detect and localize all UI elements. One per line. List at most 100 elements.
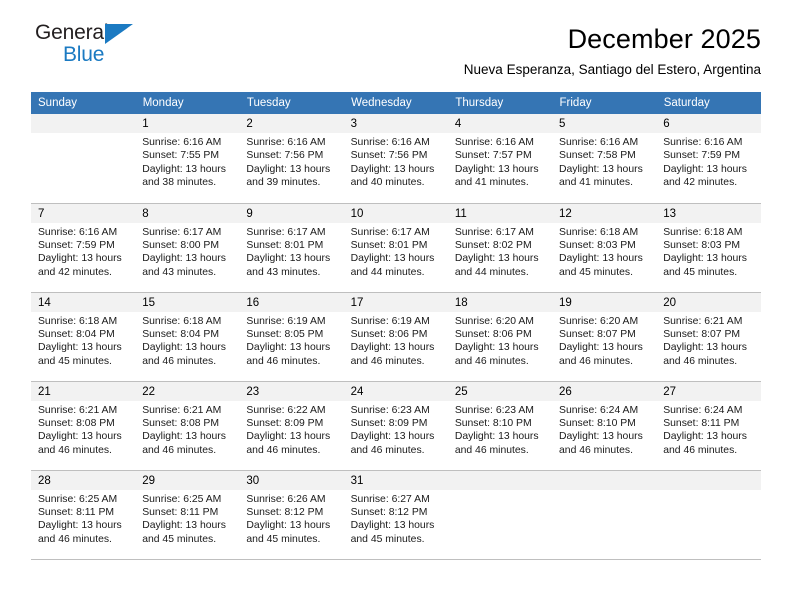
calendar-day-cell[interactable]: 11 Sunrise: 6:17 AM Sunset: 8:02 PM Dayligh… — [447, 203, 553, 293]
day-details: Sunrise: 6:16 AM Sunset: 7:58 PM Daylight:… — [552, 133, 656, 190]
page-subtitle: Nueva Esperanza, Santiago del Estero, Ar… — [463, 62, 761, 78]
daylight-text-line2: and 45 minutes. — [559, 266, 633, 278]
calendar-day-cell[interactable]: 9 Sunrise: 6:17 AM Sunset: 8:01 PM Daylight… — [239, 203, 344, 293]
daylight-text-line2: and 46 minutes. — [142, 355, 217, 367]
daylight-text-line2: and 46 minutes. — [559, 355, 633, 367]
calendar-day-cell[interactable]: 17 Sunrise: 6:19 AM Sunset: 8:06 PM Dayligh… — [343, 292, 448, 382]
calendar-page: General Blue December 2025 Nueva Esperan… — [0, 0, 792, 612]
sunrise-text: Sunrise: 6:26 AM — [246, 493, 326, 505]
sunset-text: Sunset: 8:07 PM — [663, 328, 741, 340]
calendar-day-cell[interactable]: 27 Sunrise: 6:24 AM Sunset: 8:11 PM Dayligh… — [656, 381, 761, 471]
daylight-text-line2: and 46 minutes. — [663, 355, 738, 367]
calendar-day-cell[interactable]: 3 Sunrise: 6:16 AM Sunset: 7:56 PM Daylight… — [343, 114, 448, 204]
day-number — [447, 470, 553, 490]
calendar-day-cell[interactable]: 15 Sunrise: 6:18 AM Sunset: 8:04 PM Dayligh… — [135, 292, 240, 382]
daylight-text-line1: Daylight: 13 hours — [559, 342, 643, 354]
calendar-day-cell[interactable]: 29 Sunrise: 6:25 AM Sunset: 8:11 PM Dayligh… — [135, 470, 240, 560]
calendar-day-cell[interactable]: 6 Sunrise: 6:16 AM Sunset: 7:59 PM Daylight… — [656, 114, 761, 204]
day-details: Sunrise: 6:17 AM Sunset: 8:00 PM Daylight:… — [135, 223, 239, 280]
sunrise-text: Sunrise: 6:16 AM — [559, 137, 639, 148]
calendar-day-cell[interactable]: 4 Sunrise: 6:16 AM Sunset: 7:57 PM Daylight… — [447, 114, 553, 204]
daylight-text-line1: Daylight: 13 hours — [142, 253, 226, 265]
sunrise-text: Sunrise: 6:25 AM — [142, 493, 222, 505]
calendar-day-cell[interactable]: 5 Sunrise: 6:16 AM Sunset: 7:58 PM Daylight… — [552, 114, 657, 204]
sunset-text: Sunset: 7:59 PM — [38, 239, 115, 251]
calendar-week-row: 28 Sunrise: 6:25 AM Sunset: 8:11 PM Dayligh… — [31, 470, 761, 560]
sunset-text: Sunset: 8:10 PM — [559, 417, 636, 429]
daylight-text-line2: and 42 minutes. — [663, 177, 738, 189]
title-block: December 2025 Nueva Esperanza, Santiago … — [464, 22, 761, 78]
day-number: 11 — [447, 203, 553, 223]
calendar-day-cell[interactable]: 1 Sunrise: 6:16 AM Sunset: 7:55 PM Daylight… — [135, 114, 240, 204]
daylight-text-line2: and 46 minutes. — [38, 533, 112, 545]
sunset-text: Sunset: 8:01 PM — [350, 239, 428, 251]
sunset-text: Sunset: 8:10 PM — [454, 417, 532, 429]
calendar-day-cell[interactable]: 14 Sunrise: 6:18 AM Sunset: 8:04 PM Dayligh… — [31, 292, 136, 382]
daylight-text-line1: Daylight: 13 hours — [142, 163, 226, 175]
daylight-text-line2: and 46 minutes. — [142, 444, 217, 456]
brand-name-top: General — [35, 21, 109, 44]
daylight-text-line1: Daylight: 13 hours — [38, 431, 122, 443]
calendar-body: 1 Sunrise: 6:16 AM Sunset: 7:55 PM Daylight… — [31, 114, 761, 560]
calendar-day-cell[interactable]: 19 Sunrise: 6:20 AM Sunset: 8:07 PM Dayligh… — [552, 292, 657, 382]
day-details: Sunrise: 6:18 AM Sunset: 8:03 PM Daylight:… — [552, 223, 656, 280]
sunset-text: Sunset: 7:59 PM — [663, 150, 741, 162]
sunrise-text: Sunrise: 6:17 AM — [350, 226, 430, 238]
sunset-text: Sunset: 8:11 PM — [663, 417, 740, 429]
calendar-day-cell[interactable]: 20 Sunrise: 6:21 AM Sunset: 8:07 PM Dayligh… — [656, 292, 761, 382]
calendar-day-cell[interactable]: 10 Sunrise: 6:17 AM Sunset: 8:01 PM Dayligh… — [343, 203, 448, 293]
calendar-day-cell[interactable]: 25 Sunrise: 6:23 AM Sunset: 8:10 PM Dayligh… — [447, 381, 553, 471]
brand-logo[interactable]: General Blue — [31, 22, 161, 70]
sunrise-text: Sunrise: 6:17 AM — [454, 226, 534, 238]
calendar-day-cell[interactable]: 22 Sunrise: 6:21 AM Sunset: 8:08 PM Dayligh… — [135, 381, 240, 471]
day-details: Sunrise: 6:16 AM Sunset: 7:59 PM Daylight:… — [31, 223, 135, 280]
day-details: Sunrise: 6:16 AM Sunset: 7:59 PM Daylight:… — [656, 133, 760, 190]
calendar-day-cell[interactable]: 8 Sunrise: 6:17 AM Sunset: 8:00 PM Daylight… — [135, 203, 240, 293]
daylight-text-line1: Daylight: 13 hours — [663, 163, 747, 175]
day-details: Sunrise: 6:26 AM Sunset: 8:12 PM Daylight:… — [239, 490, 343, 547]
sunrise-text: Sunrise: 6:23 AM — [454, 404, 534, 416]
sunrise-text: Sunrise: 6:16 AM — [350, 137, 430, 148]
daylight-text-line1: Daylight: 13 hours — [142, 342, 226, 354]
sunrise-text: Sunrise: 6:24 AM — [663, 404, 743, 416]
sunrise-text: Sunrise: 6:20 AM — [454, 315, 534, 327]
calendar-day-cell[interactable]: 30 Sunrise: 6:26 AM Sunset: 8:12 PM Dayligh… — [239, 470, 344, 560]
calendar-day-cell[interactable]: 7 Sunrise: 6:16 AM Sunset: 7:59 PM Daylight… — [31, 203, 136, 293]
day-number: 26 — [552, 381, 657, 401]
calendar-day-cell[interactable]: 18 Sunrise: 6:20 AM Sunset: 8:06 PM Dayligh… — [447, 292, 553, 382]
calendar-day-cell[interactable]: 12 Sunrise: 6:18 AM Sunset: 8:03 PM Dayligh… — [552, 203, 657, 293]
calendar-day-cell[interactable]: 16 Sunrise: 6:19 AM Sunset: 8:05 PM Dayligh… — [239, 292, 344, 382]
day-number: 17 — [343, 292, 448, 312]
daylight-text-line2: and 46 minutes. — [454, 444, 529, 456]
calendar-day-cell[interactable]: 23 Sunrise: 6:22 AM Sunset: 8:09 PM Dayligh… — [239, 381, 344, 471]
calendar-day-cell[interactable]: 26 Sunrise: 6:24 AM Sunset: 8:10 PM Dayligh… — [552, 381, 657, 471]
day-number — [31, 114, 136, 133]
calendar-week-row: 1 Sunrise: 6:16 AM Sunset: 7:55 PM Daylight… — [31, 114, 761, 204]
brand-name-bottom: Blue — [63, 43, 105, 66]
day-details: Sunrise: 6:16 AM Sunset: 7:55 PM Daylight:… — [135, 133, 239, 190]
calendar-empty-cell — [447, 470, 553, 560]
sunset-text: Sunset: 8:08 PM — [38, 417, 115, 429]
day-details: Sunrise: 6:16 AM Sunset: 7:56 PM Daylight:… — [239, 133, 343, 190]
daylight-text-line2: and 46 minutes. — [559, 444, 633, 456]
daylight-text-line2: and 45 minutes. — [246, 533, 321, 545]
calendar-day-cell[interactable]: 21 Sunrise: 6:21 AM Sunset: 8:08 PM Dayligh… — [31, 381, 136, 471]
calendar-day-cell[interactable]: 2 Sunrise: 6:16 AM Sunset: 7:56 PM Daylight… — [239, 114, 344, 204]
sunset-text: Sunset: 8:08 PM — [142, 417, 220, 429]
calendar-day-cell[interactable]: 13 Sunrise: 6:18 AM Sunset: 8:03 PM Dayligh… — [656, 203, 761, 293]
calendar-day-cell[interactable]: 24 Sunrise: 6:23 AM Sunset: 8:09 PM Dayligh… — [343, 381, 448, 471]
sunrise-text: Sunrise: 6:18 AM — [142, 315, 222, 327]
day-number: 4 — [447, 114, 553, 133]
sunset-text: Sunset: 7:58 PM — [559, 150, 636, 162]
daylight-text-line1: Daylight: 13 hours — [350, 520, 435, 532]
daylight-text-line1: Daylight: 13 hours — [246, 253, 331, 265]
sunset-text: Sunset: 8:06 PM — [350, 328, 428, 340]
daylight-text-line2: and 45 minutes. — [142, 533, 217, 545]
day-details: Sunrise: 6:17 AM Sunset: 8:02 PM Daylight:… — [448, 223, 552, 280]
calendar-day-cell[interactable]: 28 Sunrise: 6:25 AM Sunset: 8:11 PM Dayligh… — [31, 470, 136, 560]
sunrise-text: Sunrise: 6:16 AM — [142, 137, 222, 148]
calendar-day-cell[interactable]: 31 Sunrise: 6:27 AM Sunset: 8:12 PM Dayligh… — [343, 470, 448, 560]
column-header-tuesday: Tuesday — [239, 92, 345, 114]
day-details: Sunrise: 6:18 AM Sunset: 8:04 PM Daylight:… — [135, 312, 239, 369]
calendar-empty-cell — [31, 114, 136, 204]
